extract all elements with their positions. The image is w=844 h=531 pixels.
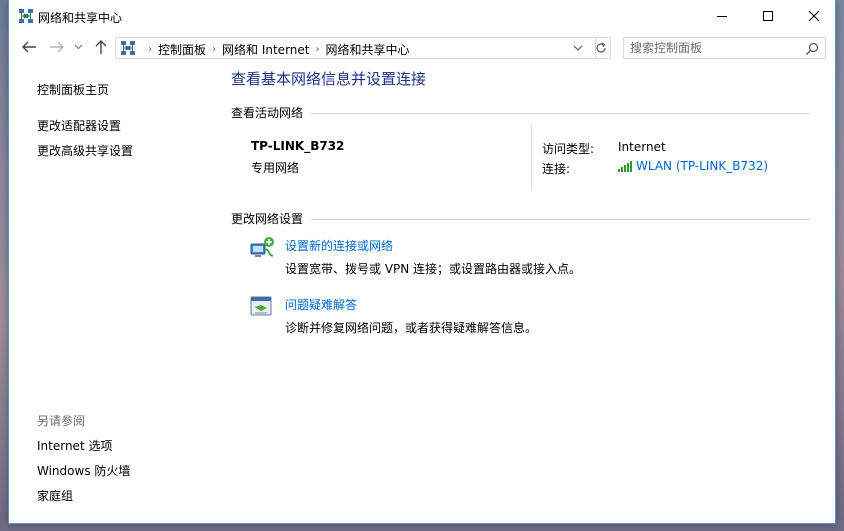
wifi-signal-icon [618,160,632,172]
breadcrumb-separator-icon[interactable]: › [206,44,222,55]
active-networks-header: 查看活动网络 [231,106,304,120]
control-panel-icon [120,40,136,56]
see-also-header: 另请参阅 [37,414,86,428]
change-settings-header: 更改网络设置 [231,212,304,226]
windows-firewall-link[interactable]: Windows 防火墙 [37,462,130,479]
desktop-background [836,0,844,531]
address-bar[interactable]: › 控制面板 › 网络和 Internet › 网络和共享中心 [115,37,596,59]
troubleshoot-icon [249,295,275,319]
change-adapter-settings-link[interactable]: 更改适配器设置 [37,117,121,134]
back-arrow-icon [22,41,36,53]
change-advanced-sharing-link[interactable]: 更改高级共享设置 [37,142,133,159]
connections-label: 连接: [542,162,571,176]
breadcrumb: › 控制面板 › 网络和 Internet › 网络和共享中心 [142,41,410,58]
wlan-connection-label: WLAN (TP-LINK_B732) [636,159,769,173]
minimize-button[interactable] [699,0,745,31]
chevron-down-icon [74,44,82,50]
troubleshoot-problems-description: 诊断并修复网络问题，或者获得疑难解答信息。 [285,321,538,335]
access-type-value: Internet [618,140,666,154]
breadcrumb-item[interactable]: 控制面板 [158,41,206,58]
troubleshoot-problems-link[interactable]: 问题疑难解答 [285,296,357,313]
refresh-icon [595,42,606,53]
recent-locations-button[interactable] [71,38,85,56]
window: 网络和共享中心 › 控制面板 › 网络和 Internet › 网络和共享中心 … [8,0,836,524]
network-category[interactable]: 专用网络 [251,159,299,176]
wlan-connection-link[interactable]: WLAN (TP-LINK_B732) [618,159,768,173]
page-title: 查看基本网络信息并设置连接 [231,70,427,88]
forward-button[interactable] [47,38,67,56]
window-title: 网络和共享中心 [38,11,123,25]
breadcrumb-item[interactable]: 网络和共享中心 [325,41,409,58]
back-button[interactable] [19,38,39,56]
close-button[interactable] [791,0,837,31]
control-panel-home-link[interactable]: 控制面板主页 [37,81,109,98]
search-input[interactable] [630,40,800,56]
close-icon [808,10,820,21]
section-divider [311,219,811,220]
breadcrumb-separator-icon[interactable]: › [142,44,158,55]
chevron-down-icon [573,45,583,51]
left-pane: 控制面板主页 更改适配器设置 更改高级共享设置 另请参阅 Internet 选项… [9,62,221,522]
setup-new-connection-link[interactable]: 设置新的连接或网络 [285,237,393,254]
network-name: TP-LINK_B732 [251,139,345,153]
navigation-bar: › 控制面板 › 网络和 Internet › 网络和共享中心 [9,32,835,62]
new-connection-icon [249,236,275,260]
minimize-icon [717,15,727,17]
up-button[interactable] [91,38,111,56]
access-type-label: 访问类型: [542,142,595,156]
setup-new-connection-description: 设置宽带、拨号或 VPN 连接；或设置路由器或接入点。 [285,262,582,276]
breadcrumb-item[interactable]: 网络和 Internet [222,41,309,58]
vertical-divider [531,125,532,189]
maximize-button[interactable] [745,0,791,31]
internet-options-link[interactable]: Internet 选项 [37,437,112,454]
search-icon[interactable] [804,41,820,57]
homegroup-link[interactable]: 家庭组 [37,487,73,504]
search-box[interactable] [623,37,826,59]
maximize-icon [763,10,773,21]
title-bar[interactable]: 网络和共享中心 [9,0,835,32]
section-divider [311,113,811,114]
breadcrumb-separator-icon[interactable]: › [309,44,325,55]
up-arrow-icon [95,40,107,54]
network-center-icon [18,8,34,24]
forward-arrow-icon [50,41,64,53]
address-dropdown-button[interactable] [571,42,585,54]
refresh-button[interactable] [591,37,611,59]
